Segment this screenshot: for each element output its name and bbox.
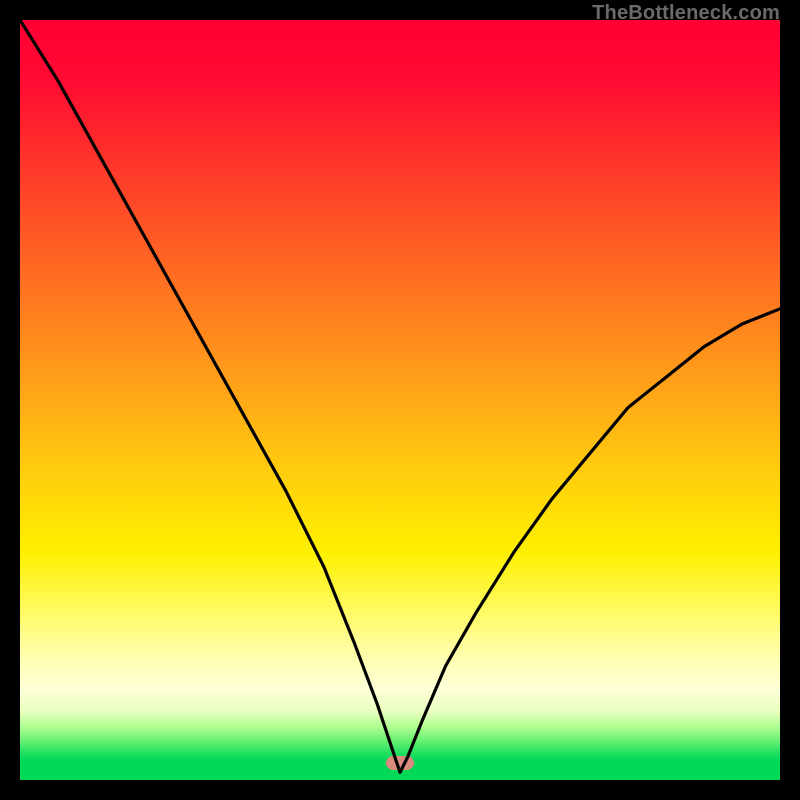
bottleneck-curve <box>20 20 780 780</box>
plot-area <box>20 20 780 780</box>
chart-frame: TheBottleneck.com <box>0 0 800 800</box>
